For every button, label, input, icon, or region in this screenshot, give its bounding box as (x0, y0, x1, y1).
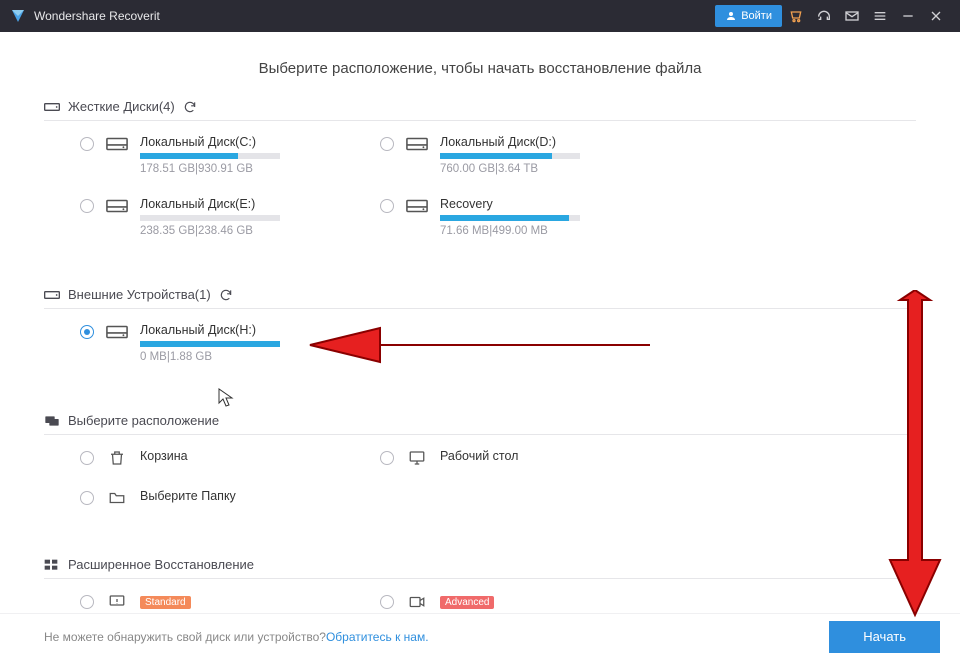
usage-bar (140, 215, 280, 221)
trash-icon (106, 449, 128, 467)
section-hdd-label: Жесткие Диски(4) (68, 99, 175, 114)
refresh-icon[interactable] (219, 288, 233, 302)
disk-item[interactable]: Recovery 71.66 MB|499.00 MB (380, 197, 680, 237)
adv-section-icon (44, 558, 60, 572)
disk-label: Локальный Диск(C:) (140, 135, 380, 149)
disk-sub: 71.66 MB|499.00 MB (440, 225, 680, 237)
page-title: Выберите расположение, чтобы начать восс… (44, 60, 916, 77)
usage-fill (140, 153, 238, 159)
radio-recycle-bin[interactable] (80, 451, 94, 465)
usage-fill (140, 341, 280, 347)
folder-icon (106, 489, 128, 507)
disk-item[interactable]: Локальный Диск(C:) 178.51 GB|930.91 GB (80, 135, 380, 175)
user-icon (725, 10, 737, 22)
usage-bar (440, 215, 580, 221)
radio-disk-d[interactable] (380, 137, 394, 151)
section-ext-header: Внешние Устройства(1) (44, 287, 916, 309)
start-label: Начать (863, 629, 906, 644)
location-label: Корзина (140, 449, 380, 463)
footer-help-text: Не можете обнаружить свой диск или устро… (44, 630, 326, 644)
badge-advanced: Advanced (440, 596, 494, 609)
hdd-items: Локальный Диск(C:) 178.51 GB|930.91 GB Л… (44, 135, 916, 259)
section-adv-label: Расширенное Восстановление (68, 557, 254, 572)
disk-sub: 178.51 GB|930.91 GB (140, 163, 380, 175)
disk-label: Recovery (440, 197, 680, 211)
loc-items: Корзина Рабочий стол Выберите Папку (44, 449, 916, 529)
location-item[interactable]: Рабочий стол (380, 449, 680, 467)
location-item[interactable]: Корзина (80, 449, 380, 467)
adv-item[interactable]: Standard Восстановление с Поврежденного … (80, 593, 380, 612)
mail-icon[interactable] (838, 0, 866, 32)
radio-disk-e[interactable] (80, 199, 94, 213)
usage-bar (440, 153, 580, 159)
crashed-pc-icon (106, 593, 128, 611)
footer-help-link[interactable]: Обратитесь к нам. (326, 630, 429, 644)
hdd-section-icon (44, 100, 60, 114)
badge-standard: Standard (140, 596, 191, 609)
adv-items: Standard Восстановление с Поврежденного … (44, 593, 916, 612)
disk-item[interactable]: Локальный Диск(E:) 238.35 GB|238.46 GB (80, 197, 380, 237)
section-hdd-header: Жесткие Диски(4) (44, 99, 916, 121)
login-button[interactable]: Войти (715, 5, 782, 27)
section-loc-label: Выберите расположение (68, 413, 219, 428)
disk-icon (406, 135, 428, 153)
usage-bar (140, 341, 280, 347)
disk-sub: 238.35 GB|238.46 GB (140, 225, 380, 237)
section-ext-label: Внешние Устройства(1) (68, 287, 211, 302)
close-button[interactable] (922, 0, 950, 32)
disk-label: Локальный Диск(E:) (140, 197, 380, 211)
radio-desktop[interactable] (380, 451, 394, 465)
adv-item[interactable]: Advanced Восстановление Видео (380, 593, 680, 612)
usage-fill (440, 215, 569, 221)
disk-item[interactable]: Локальный Диск(D:) 760.00 GB|3.64 TB (380, 135, 680, 175)
radio-select-folder[interactable] (80, 491, 94, 505)
main-content: Выберите расположение, чтобы начать восс… (0, 32, 960, 612)
usage-bar (140, 153, 280, 159)
disk-label: Локальный Диск(H:) (140, 323, 380, 337)
minimize-button[interactable] (894, 0, 922, 32)
radio-crashed-pc[interactable] (80, 595, 94, 609)
usage-fill (440, 153, 552, 159)
video-icon (406, 593, 428, 611)
app-logo-icon (10, 8, 26, 24)
ext-items: Локальный Диск(H:) 0 MB|1.88 GB (44, 323, 916, 385)
radio-video-recovery[interactable] (380, 595, 394, 609)
app-title: Wondershare Recoverit (34, 9, 160, 23)
location-label: Выберите Папку (140, 489, 380, 503)
ext-section-icon (44, 288, 60, 302)
disk-icon (106, 135, 128, 153)
titlebar: Wondershare Recoverit Войти (0, 0, 960, 32)
menu-icon[interactable] (866, 0, 894, 32)
section-loc-header: Выберите расположение (44, 413, 916, 435)
disk-icon (106, 197, 128, 215)
login-label: Войти (741, 10, 772, 22)
desktop-icon (406, 449, 428, 467)
cart-icon[interactable] (782, 0, 810, 32)
disk-sub: 760.00 GB|3.64 TB (440, 163, 680, 175)
disk-icon (406, 197, 428, 215)
footer: Не можете обнаружить свой диск или устро… (0, 613, 960, 659)
disk-item[interactable]: Локальный Диск(H:) 0 MB|1.88 GB (80, 323, 380, 363)
disk-label: Локальный Диск(D:) (440, 135, 680, 149)
disk-icon (106, 323, 128, 341)
disk-sub: 0 MB|1.88 GB (140, 351, 380, 363)
radio-disk-c[interactable] (80, 137, 94, 151)
radio-disk-h[interactable] (80, 325, 94, 339)
loc-section-icon (44, 414, 60, 428)
location-item[interactable]: Выберите Папку (80, 489, 380, 507)
refresh-icon[interactable] (183, 100, 197, 114)
radio-recovery[interactable] (380, 199, 394, 213)
headset-icon[interactable] (810, 0, 838, 32)
section-adv-header: Расширенное Восстановление (44, 557, 916, 579)
location-label: Рабочий стол (440, 449, 680, 463)
start-button[interactable]: Начать (829, 621, 940, 653)
